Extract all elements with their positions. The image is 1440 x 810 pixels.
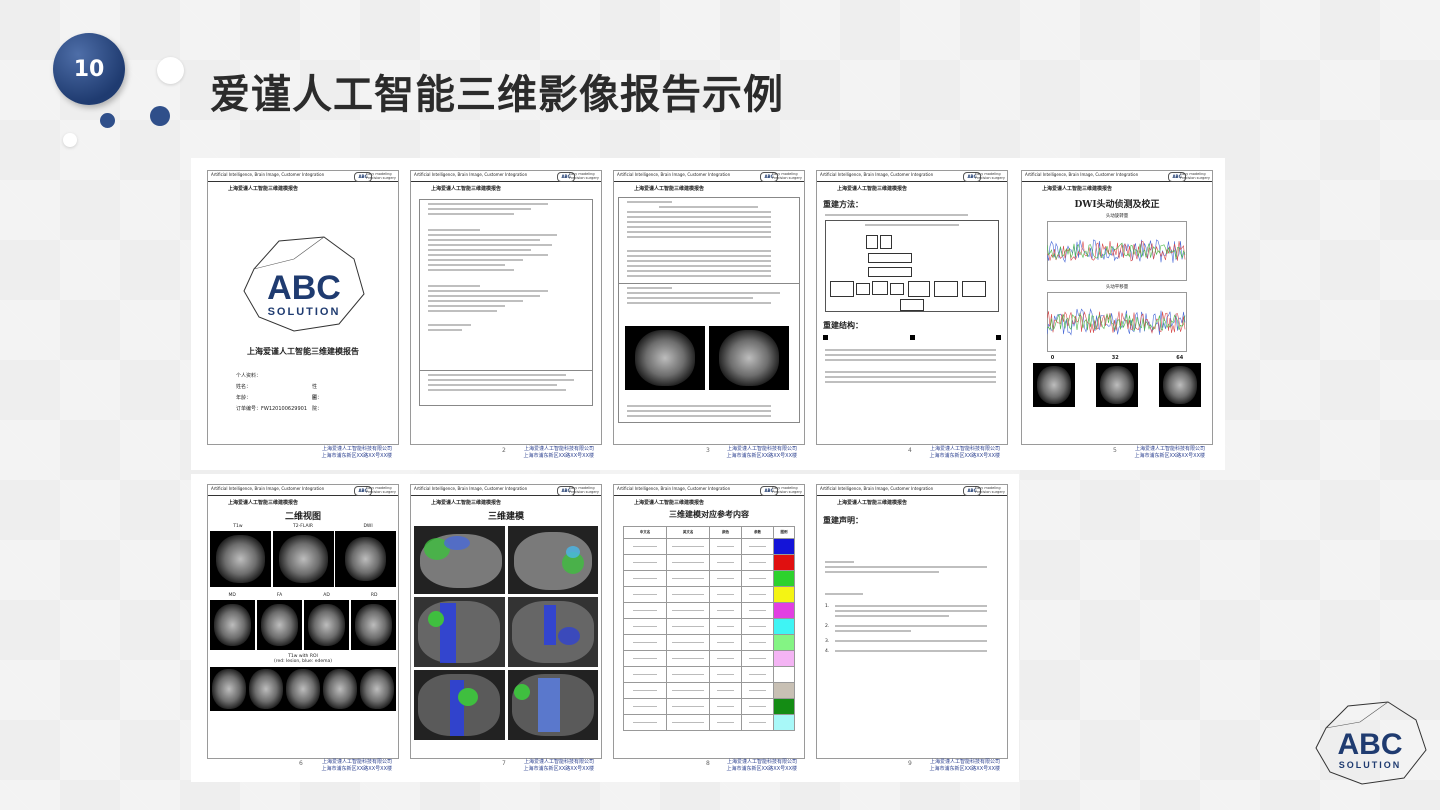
- report-page-6: Artificial Intelligence, Brain Image, Cu…: [207, 484, 399, 759]
- page-heading: 二维视图: [284, 512, 321, 522]
- page-heading: DWI头动侦测及校正: [1074, 200, 1160, 210]
- slide-number: 10: [73, 56, 105, 82]
- table-row: [622, 618, 795, 635]
- chart-title-rotation: 头动旋转量: [1105, 214, 1129, 219]
- flowchart-diagram: [825, 220, 999, 312]
- reference-table: 中文名 英文名 颜色 参数 图例: [622, 526, 795, 731]
- mri-scan-image: [272, 531, 334, 587]
- section-heading-method: 重建方法：: [823, 199, 863, 209]
- slide-title: 爱谨人工智能三维影像报告示例: [210, 72, 784, 118]
- svg-text:SOLUTION: SOLUTION: [1339, 760, 1402, 770]
- report-page-8: Artificial Intelligence, Brain Image, Cu…: [613, 484, 805, 759]
- dwi-scan-image: [1159, 363, 1202, 407]
- table-row: [622, 682, 795, 699]
- page-report-title: 上海爱谨人工智能三维建模报告: [228, 186, 299, 192]
- table-row: [622, 698, 795, 715]
- mri-scan-image: [304, 600, 349, 650]
- page-footer: 上海爱谨人工智能科技有限公司 上海市浦东新区XX路XX号XX楼: [523, 759, 594, 772]
- report-page-2: Artificial Intelligence, Brain Image, Cu…: [410, 170, 602, 445]
- table-row: [622, 586, 795, 603]
- table-row: [622, 650, 795, 667]
- mri-scan-image: [335, 531, 396, 587]
- mri-scan-image: [210, 600, 255, 650]
- table-row: [622, 554, 795, 571]
- mri-scan-image: [210, 531, 271, 587]
- mri-scan-image: [351, 600, 396, 650]
- page-header: Artificial Intelligence, Brain Image, Cu…: [208, 171, 398, 182]
- page-footer: 上海爱谨人工智能科技有限公司 上海市浦东新区XX路XX号XX楼: [1134, 446, 1205, 459]
- page-footer: 上海爱谨人工智能科技有限公司 上海市浦东新区XX路XX号XX楼: [929, 759, 1000, 772]
- decor-dot-white-large: [157, 57, 184, 84]
- page-footer: 上海爱谨人工智能科技有限公司 上海市浦东新区XX路XX号XX楼: [726, 446, 797, 459]
- report-page-5: Artificial Intelligence, Brain Image, Cu…: [1021, 170, 1213, 445]
- report-page-cover: Artificial Intelligence, Brain Image, Cu…: [207, 170, 399, 445]
- table-row: [622, 538, 795, 555]
- page-footer: 上海爱谨人工智能科技有限公司 上海市浦东新区XX路XX号XX楼: [929, 446, 1000, 459]
- mri-scan-image: [709, 326, 789, 390]
- report-page-3: Artificial Intelligence, Brain Image, Cu…: [613, 170, 805, 445]
- page-footer: 上海爱谨人工智能科技有限公司 上海市浦东新区XX路XX号XX楼: [726, 759, 797, 772]
- chart-title-translation: 头动平移量: [1105, 285, 1129, 290]
- mri-scan-image: [625, 326, 705, 390]
- logo-text: ABC: [267, 269, 341, 307]
- table-row: [622, 602, 795, 619]
- cover-fields: 个人资料： 姓名： 性别： 年龄： 医院： 订单编号：FW120100629901: [236, 373, 323, 412]
- logo-subtext: SOLUTION: [268, 306, 341, 318]
- section-heading-structure: 重建结构：: [823, 320, 863, 330]
- report-page-9: Artificial Intelligence, Brain Image, Cu…: [816, 484, 1008, 759]
- dwi-scan-image: [1095, 363, 1138, 407]
- abc-solution-corner-logo: ABC SOLUTION: [1315, 701, 1427, 785]
- decor-dot-blue-medium: [150, 106, 170, 126]
- decor-dot-white-small: [63, 133, 77, 147]
- dwi-scan-image: [1032, 363, 1075, 407]
- table-row: [622, 666, 795, 683]
- motion-rotation-chart: [1047, 221, 1187, 281]
- cover-title: 上海爱谨人工智能三维建模报告: [247, 346, 359, 356]
- table-row: [622, 634, 795, 651]
- table-row: [622, 570, 795, 587]
- report-page-7: Artificial Intelligence, Brain Image, Cu…: [410, 484, 602, 759]
- decor-dot-blue-small: [100, 113, 115, 128]
- abc-solution-logo: ABC SOLUTION: [243, 236, 365, 332]
- svg-text:ABC: ABC: [1338, 728, 1403, 761]
- page-footer: 上海爱谨人工智能科技有限公司 上海市浦东新区XX路XX号XX楼: [523, 446, 594, 459]
- page-footer: 上海爱谨人工智能科技有限公司 上海市浦东新区XX路XX号XX楼: [321, 446, 392, 459]
- page-footer: 上海爱谨人工智能科技有限公司 上海市浦东新区XX路XX号XX楼: [321, 759, 392, 772]
- roi-scan-strip: [210, 667, 396, 711]
- slide-number-badge: 10: [53, 33, 125, 105]
- report-page-4: Artificial Intelligence, Brain Image, Cu…: [816, 170, 1008, 445]
- mri-scan-image: [257, 600, 302, 650]
- page-heading: 重建声明：: [823, 515, 863, 525]
- motion-translation-chart: [1047, 292, 1187, 352]
- page-heading: 三维建模: [487, 512, 524, 522]
- page-heading: 三维建模对应参考内容: [669, 509, 749, 519]
- table-row: [622, 714, 795, 731]
- 3d-model-grid: [414, 526, 598, 740]
